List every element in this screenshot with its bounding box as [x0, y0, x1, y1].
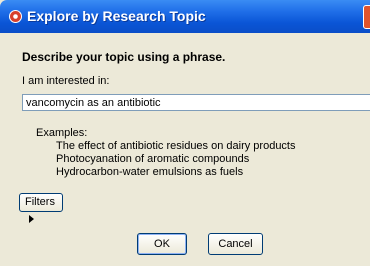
filters-label: Filters	[25, 196, 55, 208]
cancel-button[interactable]: Cancel	[208, 233, 263, 255]
topic-input[interactable]	[22, 94, 370, 111]
form-heading: Describe your topic using a phrase.	[22, 50, 226, 64]
app-icon	[9, 10, 22, 23]
close-button[interactable]	[363, 5, 370, 29]
example-item: The effect of antibiotic residues on dai…	[56, 140, 296, 152]
dialog: Explore by Research Topic Describe your …	[0, 0, 370, 266]
examples-label: Examples:	[36, 127, 88, 139]
window-title: Explore by Research Topic	[27, 8, 206, 24]
examples-section: Examples: The effect of antibiotic resid…	[36, 127, 296, 179]
title-bar[interactable]: Explore by Research Topic	[0, 0, 370, 33]
example-item: Hydrocarbon-water emulsions as fuels	[56, 166, 244, 178]
ok-button[interactable]: OK	[137, 233, 187, 255]
expand-arrow-icon	[29, 215, 34, 223]
filters-button[interactable]: Filters	[19, 193, 63, 223]
example-item: Photocyanation of aromatic compounds	[56, 153, 250, 165]
topic-label: I am interested in:	[22, 75, 110, 87]
